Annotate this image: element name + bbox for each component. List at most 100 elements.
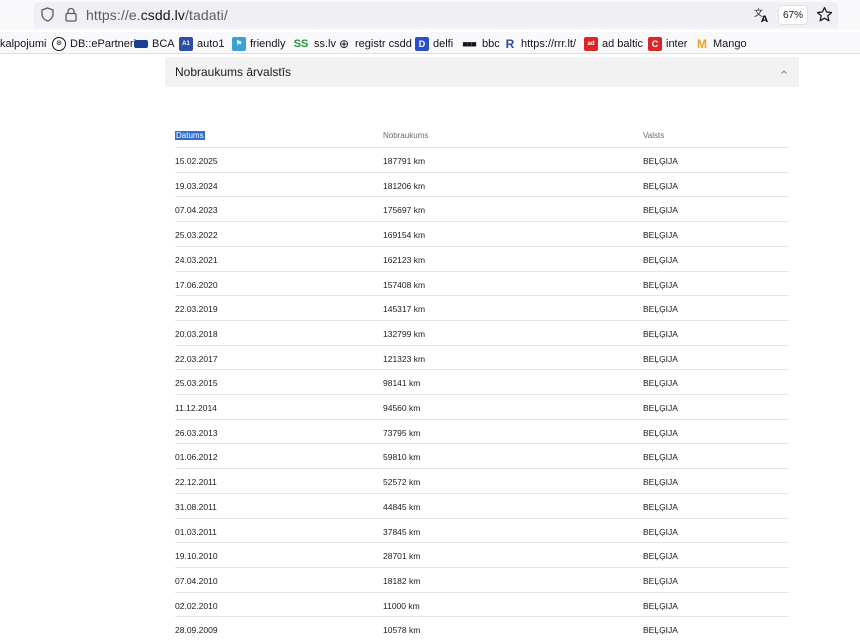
- auto1-icon: A1: [179, 37, 193, 51]
- rrr-icon: R: [505, 37, 515, 51]
- bookmark-bca[interactable]: BCA: [134, 36, 175, 52]
- column-header-mileage[interactable]: Nobraukums: [383, 131, 428, 140]
- cell-country: BEĻĢIJA: [643, 526, 678, 537]
- cell-date: 31.08.2011: [175, 501, 217, 512]
- cell-mileage: 10578 km: [383, 625, 421, 636]
- panel-title: Nobraukums ārvalstīs: [175, 65, 292, 79]
- bookmark-ss-lv[interactable]: SS ss.lv: [292, 36, 336, 52]
- table-row: 01.06.2012 59810 km BEĻĢIJA: [175, 443, 789, 468]
- cell-date: 19.10.2010: [175, 551, 218, 562]
- table-row: 24.03.2021 162123 km BEĻĢIJA: [175, 245, 789, 271]
- table-row: 31.08.2011 44845 km BEĻĢIJA: [175, 492, 789, 518]
- table-row: 19.10.2010 28701 km BEĻĢIJA: [175, 542, 789, 567]
- cell-mileage: 175697 km: [383, 205, 426, 216]
- bookmark-label: ss.lv: [314, 38, 336, 50]
- cell-date: 07.04.2023: [175, 205, 218, 216]
- bookmark-friendly[interactable]: ⚑ friendly: [232, 36, 285, 52]
- bookmark-label: kalpojumi: [0, 38, 47, 50]
- bookmark-label: Mango: [713, 38, 747, 50]
- shield-icon[interactable]: [41, 7, 54, 22]
- chevron-up-icon[interactable]: [778, 66, 790, 78]
- cell-mileage: 44845 km: [383, 501, 421, 512]
- cell-country: BEĻĢIJA: [643, 501, 678, 512]
- globe-icon: ⊕: [338, 37, 350, 51]
- bookmark-mango[interactable]: M Mango: [695, 36, 747, 52]
- cell-date: 02.02.2010: [175, 600, 218, 611]
- cell-country: BEĻĢIJA: [643, 403, 678, 413]
- inter-icon: C: [648, 37, 662, 51]
- cell-date: 19.03.2024: [175, 180, 218, 191]
- cell-country: BEĻĢIJA: [643, 452, 678, 463]
- cell-country: BEĻĢIJA: [643, 180, 678, 191]
- cell-country: BEĻĢIJA: [643, 279, 678, 290]
- cell-mileage: 28701 km: [383, 551, 421, 562]
- bca-icon: [134, 40, 148, 48]
- cell-country: BEĻĢIJA: [643, 328, 678, 339]
- bookmark-label: BCA: [152, 38, 175, 50]
- cell-country: BEĻĢIJA: [643, 353, 678, 364]
- db-icon: ⊙: [52, 37, 66, 51]
- cell-date: 22.12.2011: [175, 477, 217, 488]
- table-row: 22.12.2011 52572 km BEĻĢIJA: [175, 468, 789, 493]
- column-header-date[interactable]: Datums: [175, 131, 205, 140]
- cell-mileage: 37845 km: [383, 526, 421, 537]
- cell-mileage: 145317 km: [383, 304, 426, 315]
- table-row: 17.06.2020 157408 km BEĻĢIJA: [175, 270, 789, 296]
- svg-text:A: A: [761, 15, 768, 23]
- cell-mileage: 132799 km: [383, 328, 426, 339]
- bookmark-label: bbc: [482, 38, 500, 50]
- bookmark-delfi[interactable]: Ddelfi: [415, 36, 453, 52]
- translate-icon[interactable]: 文 A: [753, 6, 770, 23]
- table-row: 25.03.2015 98141 km BEĻĢIJA: [175, 369, 789, 394]
- cell-mileage: 98141 km: [383, 378, 421, 389]
- table-row: 20.03.2018 132799 km BEĻĢIJA: [175, 319, 789, 345]
- column-header-country[interactable]: Valsts: [643, 131, 664, 140]
- cell-date: 11.12.2014: [175, 403, 217, 413]
- cell-mileage: 157408 km: [383, 279, 426, 290]
- cell-date: 17.06.2020: [175, 279, 218, 290]
- table-row: 11.12.2014 94560 km BEĻĢIJA: [175, 394, 789, 419]
- cell-country: BEĻĢIJA: [643, 254, 678, 265]
- bookmark-db-epartneri[interactable]: ⊙ DB::ePartneri: [52, 36, 136, 52]
- cell-date: 24.03.2021: [175, 254, 218, 265]
- bookmark-ad-baltic[interactable]: ad ad baltic: [584, 36, 643, 52]
- cell-country: BEĻĢIJA: [643, 304, 678, 315]
- table-row: 28.09.2009 10578 km BEĻĢIJA: [175, 616, 789, 641]
- bookmark-registr-csdd[interactable]: ⊕ registr csdd: [337, 36, 412, 52]
- table-row: 22.03.2017 121323 km BEĻĢIJA: [175, 344, 789, 370]
- cell-date: 22.03.2017: [175, 353, 218, 364]
- cell-date: 28.09.2009: [175, 625, 218, 636]
- cell-mileage: 162123 km: [383, 254, 426, 265]
- bookmark-rrr[interactable]: Rhttps://rrr.lt/: [503, 36, 576, 52]
- cell-date: 25.03.2015: [175, 378, 218, 389]
- cell-country: BEĻĢIJA: [643, 230, 678, 241]
- delfi-icon: D: [415, 37, 429, 51]
- bookmark-auto1[interactable]: A1 auto1: [179, 36, 225, 52]
- cell-mileage: 169154 km: [383, 230, 426, 241]
- table-row: 07.04.2023 175697 km BEĻĢIJA: [175, 196, 789, 221]
- bookmarks-bar: kalpojumi ⊙ DB::ePartneri BCA A1 auto1 ⚑ fr…: [0, 32, 860, 54]
- cell-country: BEĻĢIJA: [643, 551, 678, 562]
- url-text[interactable]: https://e.csdd.lv/tadati/: [86, 7, 228, 23]
- table-row: 15.02.2025 187791 km BEĻĢIJA: [175, 147, 789, 172]
- bookmark-star-icon[interactable]: [816, 6, 833, 23]
- cell-country: BEĻĢIJA: [643, 205, 678, 216]
- cell-mileage: 18182 km: [383, 575, 421, 586]
- bookmark-label: inter: [666, 38, 688, 50]
- ss-icon: SS: [293, 38, 309, 50]
- bookmark-kalpojumi[interactable]: kalpojumi: [0, 36, 46, 52]
- bookmark-label: https://rrr.lt/: [521, 38, 577, 50]
- cell-date: 22.03.2019: [175, 304, 218, 315]
- zoom-level-badge[interactable]: 67%: [778, 5, 808, 25]
- mango-icon: M: [697, 37, 707, 51]
- bookmark-label: DB::ePartneri: [70, 38, 137, 50]
- lock-icon[interactable]: [64, 7, 78, 22]
- cell-mileage: 181206 km: [383, 180, 426, 191]
- table-row: 26.03.2013 73795 km BEĻĢIJA: [175, 418, 789, 444]
- cell-date: 20.03.2018: [175, 328, 218, 339]
- bookmark-bbc[interactable]: ■■■ bbc: [460, 36, 500, 52]
- bookmark-inter[interactable]: Cinter: [648, 36, 687, 52]
- cell-country: BEĻĢIJA: [643, 378, 678, 389]
- bookmark-label: delfi: [433, 38, 454, 50]
- cell-mileage: 59810 km: [383, 452, 421, 463]
